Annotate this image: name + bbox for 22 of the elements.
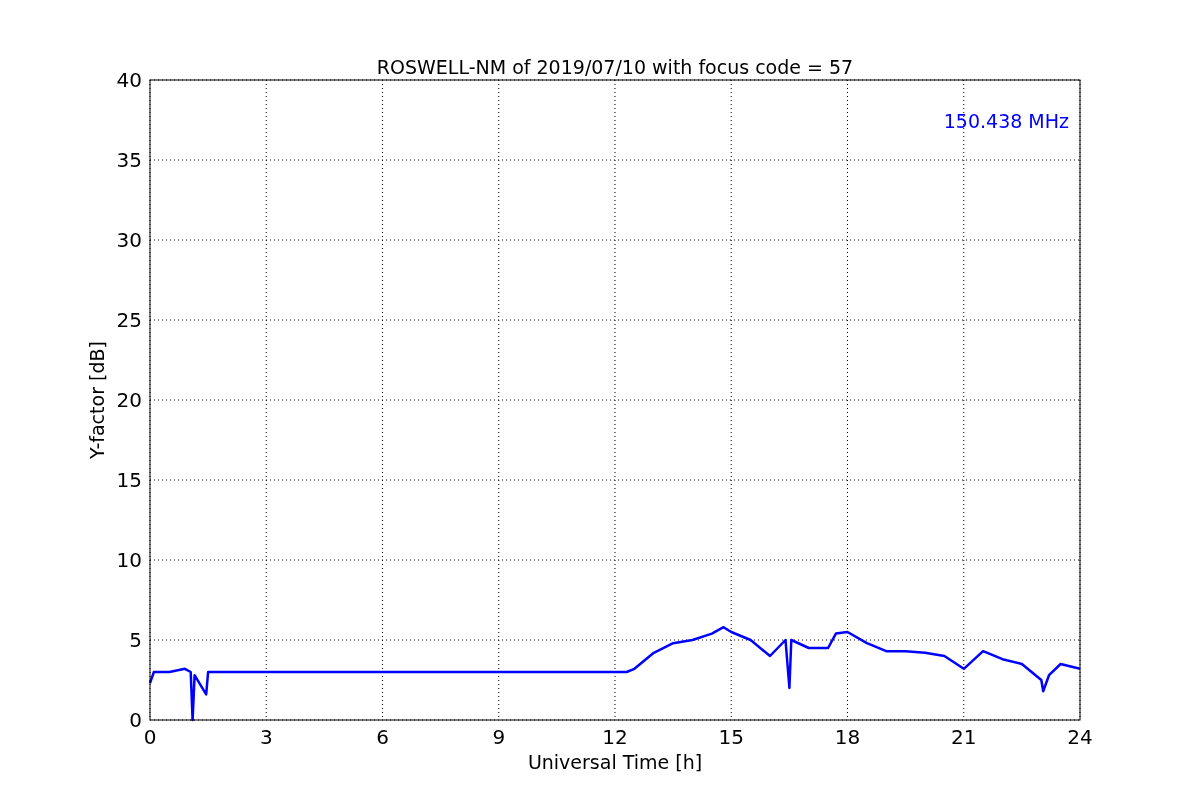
x-tick-label: 0 [143,725,157,749]
y-tick-label: 40 [116,68,142,92]
y-tick-label: 20 [116,388,142,412]
y-tick-label: 30 [116,228,142,252]
y-axis-label: Y-factor [dB] [86,341,108,459]
x-axis-label: Universal Time [h] [527,751,703,773]
y-tick-label: 15 [116,468,142,492]
y-tick-label: 0 [129,708,142,732]
y-tick-label: 25 [116,308,142,332]
x-tick-label: 18 [834,725,861,749]
x-tick-label: 21 [951,725,977,749]
x-tick-label: 3 [259,725,273,749]
x-tick-label: 12 [602,725,628,749]
y-tick-label: 5 [129,628,142,652]
chart-title: ROSWELL-NM of 2019/07/10 with focus code = 57 [376,56,854,78]
x-tick-label: 24 [1067,725,1093,749]
x-tick-label: 6 [376,725,389,749]
y-tick-label: 35 [116,148,142,172]
series-label: 150.438 MHz [943,110,1069,132]
x-tick-label: 15 [718,725,744,749]
x-tick-label: 9 [492,725,506,749]
y-tick-label: 10 [116,548,142,572]
